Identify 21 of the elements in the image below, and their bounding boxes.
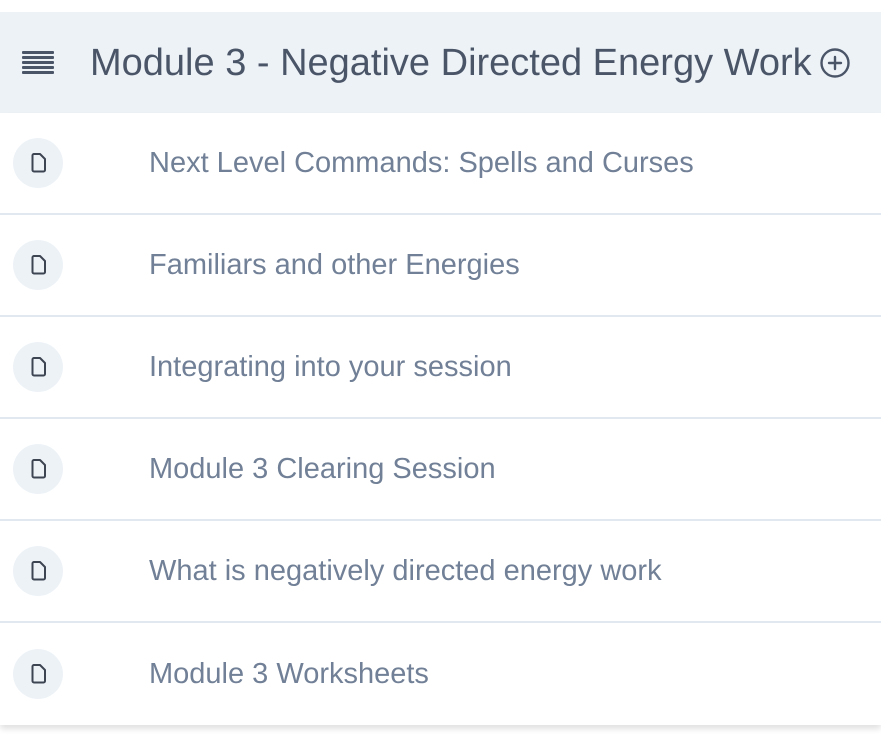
- document-icon: [13, 546, 63, 596]
- lesson-row[interactable]: Integrating into your session: [0, 317, 881, 419]
- document-icon: [13, 342, 63, 392]
- lesson-row[interactable]: What is negatively directed energy work: [0, 521, 881, 623]
- lesson-row[interactable]: Familiars and other Energies: [0, 215, 881, 317]
- lesson-title: Next Level Commands: Spells and Curses: [149, 148, 694, 178]
- module-title: Module 3 - Negative Directed Energy Work: [90, 44, 812, 82]
- document-icon: [13, 240, 63, 290]
- lesson-title: Integrating into your session: [149, 352, 512, 382]
- lesson-title: Familiars and other Energies: [149, 250, 520, 280]
- lesson-title: Module 3 Worksheets: [149, 660, 429, 688]
- add-circle-icon[interactable]: [820, 48, 850, 78]
- lesson-title: What is negatively directed energy work: [149, 556, 662, 586]
- document-icon: [13, 444, 63, 494]
- lesson-row[interactable]: Next Level Commands: Spells and Curses: [0, 113, 881, 215]
- document-icon: [13, 649, 63, 699]
- menu-icon[interactable]: [22, 51, 54, 74]
- lesson-title: Module 3 Clearing Session: [149, 454, 496, 484]
- lesson-row[interactable]: Module 3 Worksheets: [0, 623, 881, 725]
- document-icon: [13, 138, 63, 188]
- lesson-row[interactable]: Module 3 Clearing Session: [0, 419, 881, 521]
